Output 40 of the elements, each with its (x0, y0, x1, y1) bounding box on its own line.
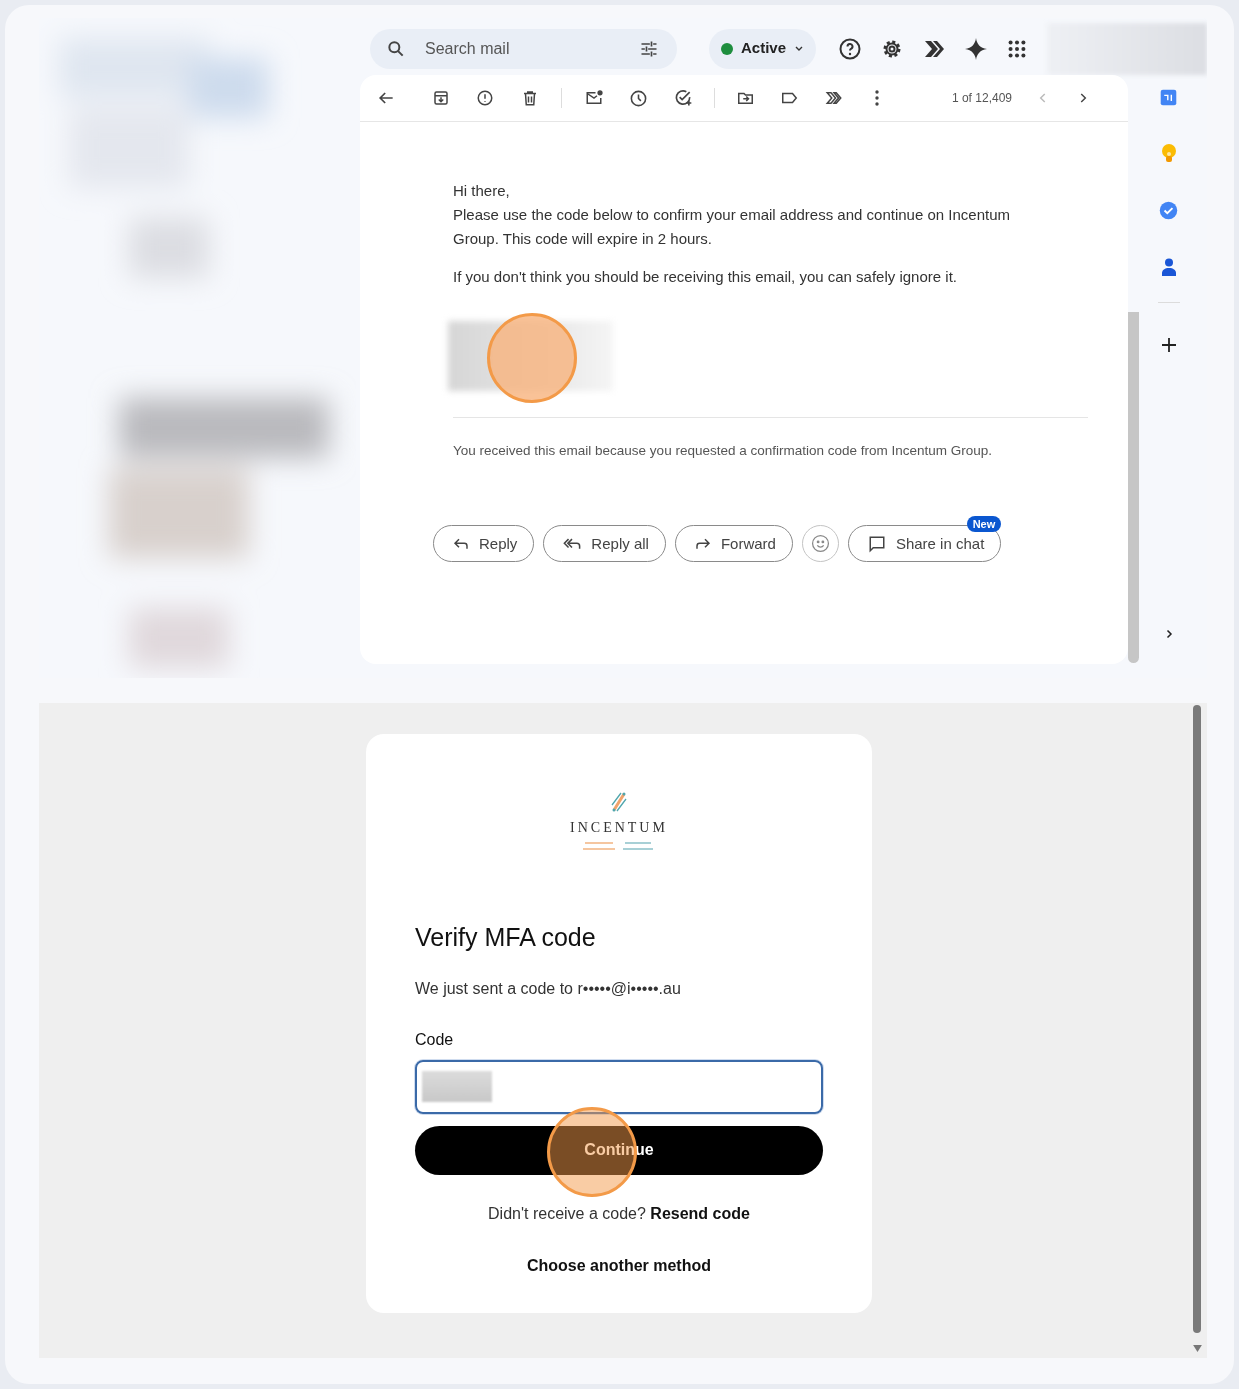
spam-icon[interactable] (476, 89, 494, 107)
status-dropdown[interactable]: Active (709, 28, 817, 69)
email-footer: You received this email because you requested a confirmation code from Incentum Group. (360, 441, 1128, 462)
new-badge: New (966, 516, 1002, 533)
page-title: Verify MFA code (415, 922, 597, 953)
chat-icon (867, 534, 886, 553)
other-method-link[interactable]: Choose another method (415, 1253, 823, 1278)
archive-icon[interactable] (432, 89, 450, 107)
help-icon[interactable] (838, 36, 863, 61)
checkmark-icon[interactable] (1159, 201, 1178, 220)
resend-prompt: Didn't receive a code? (488, 1204, 646, 1222)
reply-icon (453, 536, 469, 551)
mark-unread-icon[interactable] (584, 89, 604, 107)
search-field[interactable]: Search mail (370, 28, 677, 69)
reply-all-icon (563, 536, 582, 551)
smiley-icon (810, 534, 830, 554)
redacted-value (422, 1071, 492, 1102)
scrollbar-thumb[interactable] (1128, 312, 1139, 663)
add-task-icon[interactable] (673, 88, 693, 108)
more-icon[interactable] (874, 90, 880, 106)
resend-link[interactable]: Resend code (650, 1204, 750, 1222)
status-label: Active (741, 38, 787, 59)
scroll-down-icon[interactable] (1192, 1345, 1202, 1352)
person-icon[interactable] (1160, 258, 1177, 276)
sent-message: We just sent a code to r•••••@i•••••.au (415, 978, 682, 999)
logo-mark-icon (611, 791, 627, 813)
code-label: Code (415, 1029, 455, 1050)
logo-tagline-drawing (583, 841, 655, 853)
chevrons-icon[interactable] (824, 89, 844, 107)
scrollbar-thumb[interactable] (1193, 705, 1201, 1333)
logo-wordmark: INCENTUM (570, 819, 668, 837)
forward-icon (694, 536, 711, 551)
greeting: Hi there, (453, 181, 511, 201)
add-icon[interactable] (1160, 337, 1177, 353)
code-input[interactable] (415, 1059, 823, 1114)
message-count: 1 of 12,409 (951, 90, 1012, 107)
clock-icon[interactable] (629, 88, 648, 108)
trash-icon[interactable] (521, 89, 539, 107)
email-paragraph: If you don't think you should be receiving this email, you can safely ignore it. (453, 267, 958, 287)
email-paragraph: Please use the code below to confirm your email address and continue on Incentum Group. This code will expire in 2 hours. (453, 205, 1011, 249)
